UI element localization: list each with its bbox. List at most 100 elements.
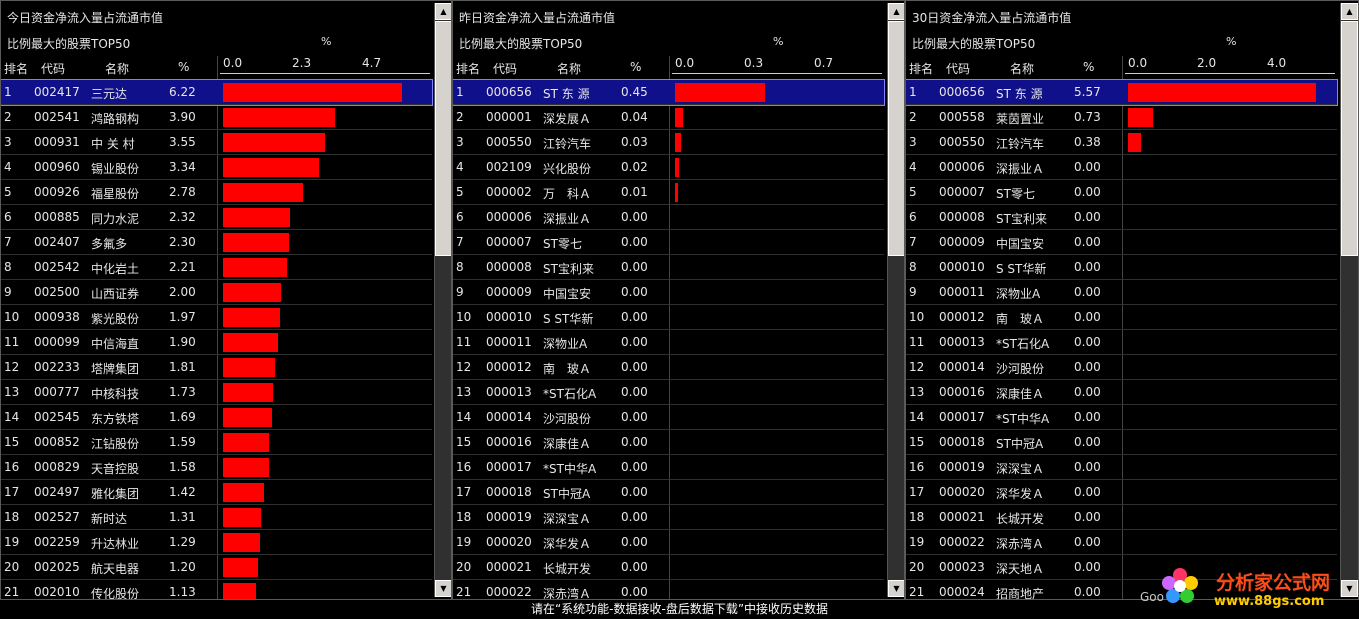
row-code: 000021 <box>486 560 532 574</box>
table-row[interactable]: 1 000656 ST 东 源 5.57 <box>906 79 1338 106</box>
table-row[interactable]: 3 000550 江铃汽车 0.03 <box>453 130 884 155</box>
row-pct: 0.00 <box>621 460 648 474</box>
row-name: 江钻股份 <box>91 437 140 451</box>
table-row[interactable]: 6 000006 深振业Ａ 0.00 <box>453 205 884 230</box>
table-row[interactable]: 19 002259 升达林业 1.29 <box>1 530 432 555</box>
table-row[interactable]: 16 000829 天音控股 1.58 <box>1 455 432 480</box>
table-row[interactable]: 7 002407 多氟多 2.30 <box>1 230 432 255</box>
table-row[interactable]: 19 000020 深华发Ａ 0.00 <box>453 530 884 555</box>
table-row[interactable]: 3 000550 江铃汽车 0.38 <box>906 130 1337 155</box>
table-row[interactable]: 15 000852 江钻股份 1.59 <box>1 430 432 455</box>
table-row[interactable]: 20 000021 长城开发 0.00 <box>453 555 884 580</box>
table-row[interactable]: 11 000013 *ST石化A 0.00 <box>906 330 1337 355</box>
table-row[interactable]: 5 000007 ST零七 0.00 <box>906 180 1337 205</box>
scrollbar[interactable]: ▲ ▼ <box>887 3 904 597</box>
table-row[interactable]: 15 000018 ST中冠A 0.00 <box>906 430 1337 455</box>
scroll-thumb[interactable] <box>1341 21 1358 256</box>
row-rank: 3 <box>909 135 917 149</box>
table-row[interactable]: 14 002545 东方铁塔 1.69 <box>1 405 432 430</box>
table-row[interactable]: 14 000014 沙河股份 0.00 <box>453 405 884 430</box>
row-rank: 11 <box>909 335 925 349</box>
header-rank: 排名 <box>909 62 934 76</box>
scroll-up-icon[interactable]: ▲ <box>1341 3 1358 20</box>
scrollbar[interactable]: ▲ ▼ <box>434 3 451 597</box>
table-row[interactable]: 16 000017 *ST中华A 0.00 <box>453 455 884 480</box>
table-row[interactable]: 20 002025 航天电器 1.20 <box>1 555 432 580</box>
value-bar <box>1128 133 1141 152</box>
table-row[interactable]: 13 000013 *ST石化A 0.00 <box>453 380 884 405</box>
value-bar <box>675 83 765 102</box>
row-rank: 6 <box>909 210 917 224</box>
table-row[interactable]: 12 002233 塔牌集团 1.81 <box>1 355 432 380</box>
table-row[interactable]: 11 000011 深物业A 0.00 <box>453 330 884 355</box>
table-row[interactable]: 13 000016 深康佳Ａ 0.00 <box>906 380 1337 405</box>
table-row[interactable]: 18 000019 深深宝Ａ 0.00 <box>453 505 884 530</box>
row-rank: 2 <box>456 110 464 124</box>
table-row[interactable]: 2 000001 深发展Ａ 0.04 <box>453 105 884 130</box>
table-row[interactable]: 12 000014 沙河股份 0.00 <box>906 355 1337 380</box>
table-row[interactable]: 2 002541 鸿路钢构 3.90 <box>1 105 432 130</box>
table-row[interactable]: 9 002500 山西证券 2.00 <box>1 280 432 305</box>
row-pct: 0.00 <box>621 485 648 499</box>
row-pct: 0.03 <box>621 135 648 149</box>
table-row[interactable]: 10 000010 S ST华新 0.00 <box>453 305 884 330</box>
axis-unit-label: % <box>773 35 784 48</box>
header-pct: % <box>178 60 190 74</box>
table-row[interactable]: 14 000017 *ST中华A 0.00 <box>906 405 1337 430</box>
scroll-down-icon[interactable]: ▼ <box>888 580 904 597</box>
table-row[interactable]: 2 000558 莱茵置业 0.73 <box>906 105 1337 130</box>
table-row[interactable]: 7 000007 ST零七 0.00 <box>453 230 884 255</box>
row-pct: 2.00 <box>169 285 196 299</box>
table-row[interactable]: 12 000012 南 玻Ａ 0.00 <box>453 355 884 380</box>
table-row[interactable]: 6 000008 ST宝利来 0.00 <box>906 205 1337 230</box>
scrollbar[interactable]: ▲ ▼ <box>1340 3 1358 597</box>
table-row[interactable]: 1 000656 ST 东 源 0.45 <box>453 79 885 106</box>
row-name: 深发展Ａ <box>543 112 592 126</box>
table-row[interactable]: 1 002417 三元达 6.22 <box>1 79 433 106</box>
row-code: 000006 <box>486 210 532 224</box>
table-row[interactable]: 15 000016 深康佳Ａ 0.00 <box>453 430 884 455</box>
table-row[interactable]: 9 000009 中国宝安 0.00 <box>453 280 884 305</box>
table-row[interactable]: 11 000099 中信海直 1.90 <box>1 330 432 355</box>
scroll-thumb[interactable] <box>888 21 904 256</box>
row-pct: 1.31 <box>169 510 196 524</box>
header-rank: 排名 <box>4 62 29 76</box>
table-row[interactable]: 6 000885 同力水泥 2.32 <box>1 205 432 230</box>
table-row[interactable]: 18 000021 长城开发 0.00 <box>906 505 1337 530</box>
scroll-thumb[interactable] <box>435 21 451 256</box>
table-row[interactable]: 17 000020 深华发Ａ 0.00 <box>906 480 1337 505</box>
table-row[interactable]: 4 002109 兴化股份 0.02 <box>453 155 884 180</box>
table-row[interactable]: 8 002542 中化岩土 2.21 <box>1 255 432 280</box>
table-row[interactable]: 4 000960 锡业股份 3.34 <box>1 155 432 180</box>
table-row[interactable]: 13 000777 中核科技 1.73 <box>1 380 432 405</box>
row-name: 深华发Ａ <box>543 537 592 551</box>
row-pct: 2.78 <box>169 185 196 199</box>
scroll-up-icon[interactable]: ▲ <box>435 3 451 20</box>
table-row[interactable]: 16 000019 深深宝Ａ 0.00 <box>906 455 1337 480</box>
scroll-down-icon[interactable]: ▼ <box>435 580 451 597</box>
table-row[interactable]: 10 000938 紫光股份 1.97 <box>1 305 432 330</box>
row-name: 鸿路钢构 <box>91 112 140 126</box>
table-row[interactable]: 7 000009 中国宝安 0.00 <box>906 230 1337 255</box>
table-row[interactable]: 5 000926 福星股份 2.78 <box>1 180 432 205</box>
row-rank: 5 <box>456 185 464 199</box>
table-row[interactable]: 4 000006 深振业Ａ 0.00 <box>906 155 1337 180</box>
table-row[interactable]: 3 000931 中 关 村 3.55 <box>1 130 432 155</box>
row-pct: 0.00 <box>621 435 648 449</box>
table-row[interactable]: 5 000002 万 科Ａ 0.01 <box>453 180 884 205</box>
scroll-up-icon[interactable]: ▲ <box>888 3 904 20</box>
table-row[interactable]: 18 002527 新时达 1.31 <box>1 505 432 530</box>
table-row[interactable]: 21 000022 深赤湾Ａ 0.00 <box>453 580 884 599</box>
table-row[interactable]: 8 000008 ST宝利来 0.00 <box>453 255 884 280</box>
row-code: 000013 <box>486 385 532 399</box>
row-name: ST 东 源 <box>996 87 1043 101</box>
row-name: 塔牌集团 <box>91 362 140 376</box>
table-row[interactable]: 19 000022 深赤湾Ａ 0.00 <box>906 530 1337 555</box>
table-row[interactable]: 21 002010 传化股份 1.13 <box>1 580 432 599</box>
table-row[interactable]: 10 000012 南 玻Ａ 0.00 <box>906 305 1337 330</box>
row-pct: 0.01 <box>621 185 648 199</box>
table-row[interactable]: 17 000018 ST中冠A 0.00 <box>453 480 884 505</box>
table-row[interactable]: 8 000010 S ST华新 0.00 <box>906 255 1337 280</box>
table-row[interactable]: 17 002497 雅化集团 1.42 <box>1 480 432 505</box>
table-row[interactable]: 9 000011 深物业A 0.00 <box>906 280 1337 305</box>
